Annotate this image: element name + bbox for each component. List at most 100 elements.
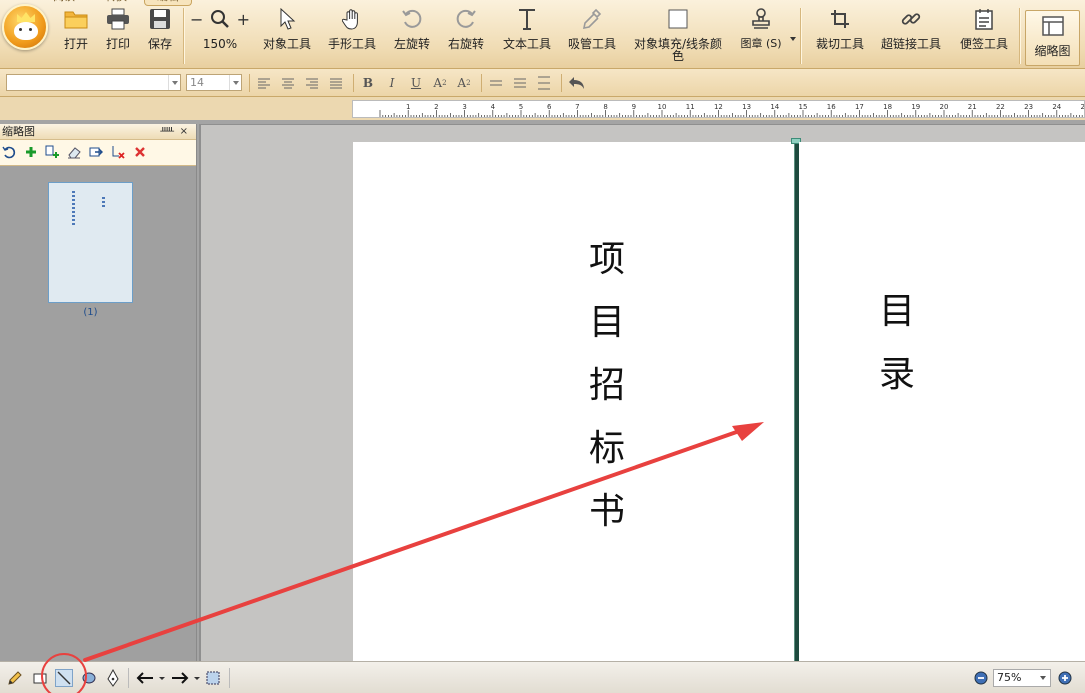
export-page-button[interactable] xyxy=(89,145,103,159)
ruler-label: 18 xyxy=(883,103,892,111)
undo-button[interactable] xyxy=(567,75,587,91)
open-label: 打开 xyxy=(63,37,88,51)
red-x-icon xyxy=(135,147,145,157)
align-justify-button[interactable] xyxy=(328,75,344,91)
folder-icon xyxy=(63,6,89,32)
page-thumbnail[interactable] xyxy=(48,182,133,303)
eyedropper-icon xyxy=(579,6,605,32)
rotate-right-label: 右旋转 xyxy=(447,37,484,51)
page-right[interactable]: 目 录 xyxy=(799,142,1085,662)
ruler-label: 13 xyxy=(742,103,751,111)
zoom-in-button[interactable] xyxy=(1056,669,1074,687)
eyedropper-tool-button[interactable]: 吸管工具 xyxy=(564,6,620,66)
cover-title-char: 项 xyxy=(588,239,625,280)
toc-title-char: 录 xyxy=(878,354,915,395)
ruler-label: 9 xyxy=(632,103,636,111)
hyperlink-tool-button[interactable]: 超链接工具 xyxy=(878,6,944,66)
delete-page-button[interactable] xyxy=(133,145,147,159)
undo-arrow-icon xyxy=(569,77,584,89)
crop-icon xyxy=(827,6,853,32)
font-name-select[interactable] xyxy=(6,74,181,91)
align-center-icon xyxy=(282,78,294,89)
pin-icon[interactable]: ᚊ xyxy=(160,124,174,139)
printer-icon xyxy=(105,6,131,32)
align-center-button[interactable] xyxy=(280,75,296,91)
pen-tool-button[interactable] xyxy=(104,669,122,687)
font-size-value: 14 xyxy=(190,76,204,89)
image-frame-tool-button[interactable] xyxy=(204,669,222,687)
align-right-button[interactable] xyxy=(304,75,320,91)
stamp-button[interactable]: 图章 (S) xyxy=(737,6,785,66)
rotate-left-button[interactable]: 左旋转 xyxy=(389,6,435,66)
thumbnail-view-button[interactable]: 缩略图 xyxy=(1025,10,1080,66)
app-logo-icon[interactable] xyxy=(2,4,48,50)
print-button[interactable]: 打印 xyxy=(103,6,133,66)
chevron-down-icon xyxy=(229,75,241,90)
line-spacing-1-button[interactable] xyxy=(488,75,504,91)
delete-page-area-button[interactable] xyxy=(111,145,125,159)
object-tool-button[interactable]: 对象工具 xyxy=(259,6,315,66)
note-tool-label: 便签工具 xyxy=(959,37,1008,51)
zoom-out-button[interactable] xyxy=(972,669,990,687)
underline-button[interactable]: U xyxy=(408,75,424,91)
note-tool-button[interactable]: 便签工具 xyxy=(955,6,1013,66)
ruler-label: 4 xyxy=(491,103,496,111)
hand-tool-label: 手形工具 xyxy=(327,37,376,51)
arrow-right-tool-button[interactable] xyxy=(169,669,201,687)
cover-title-char: 标 xyxy=(588,428,625,469)
ruler-area: 1 2 3 4 5 6 7 8 9 10 11 12 13 14 15 16 17 18 19 20 21 22 23 24 2… xyxy=(0,97,1085,120)
arrow-left-icon xyxy=(136,672,165,684)
pencil-icon xyxy=(8,671,22,685)
subscript-button[interactable]: A2 xyxy=(456,75,472,91)
close-icon[interactable]: × xyxy=(180,124,188,139)
ellipse-tool-button[interactable] xyxy=(80,669,98,687)
superscript-button[interactable]: A2 xyxy=(432,75,448,91)
page-left[interactable]: 项 目 招 标 书 xyxy=(353,142,794,662)
pencil-tool-button[interactable] xyxy=(6,669,24,687)
fill-color-button[interactable]: 对象填充/线条颜色 xyxy=(628,6,728,66)
eyedropper-tool-label: 吸管工具 xyxy=(567,37,616,51)
arrow-left-tool-button[interactable] xyxy=(134,669,166,687)
save-button[interactable]: 保存 xyxy=(145,6,175,66)
rotate-right-button[interactable]: 右旋转 xyxy=(443,6,489,66)
rectangle-tool-button[interactable] xyxy=(31,669,49,687)
zoom-out-button[interactable]: − xyxy=(190,10,203,29)
hand-tool-button[interactable]: 手形工具 xyxy=(324,6,380,66)
document-canvas[interactable]: 项 目 招 标 书 目 录 xyxy=(199,124,1085,662)
line-spacing-3-button[interactable] xyxy=(536,75,552,91)
thumbnail-panel: 缩略图 ᚊ × (1) xyxy=(0,124,197,661)
minus-circle-icon xyxy=(974,671,988,685)
fill-color-label: 对象填充/线条颜色 xyxy=(633,37,723,63)
chevron-down-icon xyxy=(168,75,180,90)
ruler-label: 7 xyxy=(575,103,579,111)
line-spacing-2-button[interactable] xyxy=(512,75,528,91)
ruler-label: 12 xyxy=(714,103,723,111)
open-button[interactable]: 打开 xyxy=(61,6,91,66)
rotate-left-icon xyxy=(399,6,425,32)
align-left-button[interactable] xyxy=(256,75,272,91)
text-tool-button[interactable]: 文本工具 xyxy=(499,6,555,66)
line-tool-button[interactable] xyxy=(55,669,73,687)
horizontal-ruler[interactable]: 1 2 3 4 5 6 7 8 9 10 11 12 13 14 15 16 17 18 19 20 21 22 23 24 2… xyxy=(352,100,1085,118)
stamp-dropdown-arrow-icon[interactable] xyxy=(790,37,796,44)
pen-nib-icon xyxy=(107,669,119,687)
magnifier-icon[interactable] xyxy=(210,9,230,29)
extract-page-button[interactable] xyxy=(67,145,81,159)
align-left-icon xyxy=(258,78,270,89)
ruler-label: 15 xyxy=(799,103,808,111)
rotate-right-icon xyxy=(453,6,479,32)
rotate-page-button[interactable] xyxy=(2,145,16,159)
italic-button[interactable]: I xyxy=(384,75,400,91)
ruler-label: 23 xyxy=(1024,103,1033,111)
zoom-select[interactable]: 75% xyxy=(993,669,1051,687)
font-size-select[interactable]: 14 xyxy=(186,74,242,91)
rotate-page-icon xyxy=(2,146,16,159)
ruler-label: 20 xyxy=(940,103,949,111)
insert-page-button[interactable] xyxy=(24,145,38,159)
crop-tool-button[interactable]: 裁切工具 xyxy=(812,6,868,66)
zoom-in-button[interactable]: + xyxy=(237,10,250,29)
bold-button[interactable]: B xyxy=(360,75,376,91)
separator xyxy=(229,668,230,688)
print-label: 打印 xyxy=(105,37,130,51)
insert-page-from-file-button[interactable] xyxy=(45,145,59,159)
